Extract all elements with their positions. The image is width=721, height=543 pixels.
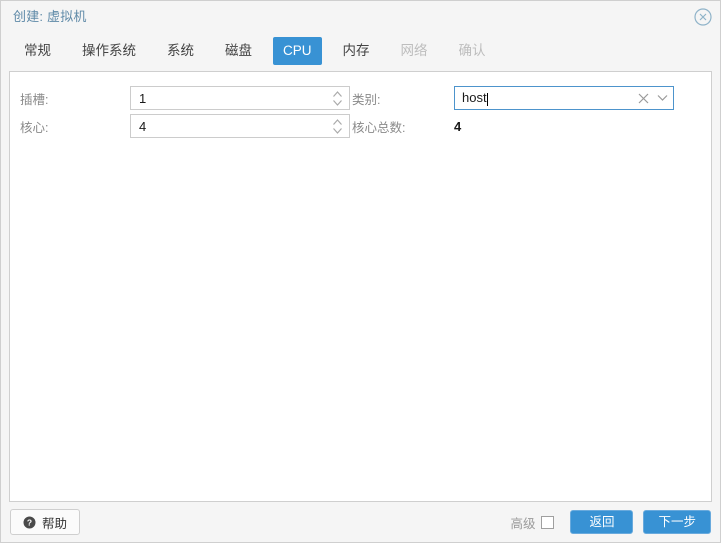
text-cursor [486, 93, 488, 107]
tab-general[interactable]: 常规 [14, 37, 61, 65]
cpu-settings-panel: 插槽: 1 类别: host 核心: 4 核心总数: 4 [9, 71, 712, 502]
tab-memory[interactable]: 内存 [333, 37, 380, 65]
cores-value: 4 [139, 118, 147, 134]
cores-stepper[interactable]: 4 [130, 114, 350, 138]
question-circle-icon: ? [23, 516, 36, 529]
total-cores-label: 核心总数: [352, 120, 406, 135]
tab-network: 网络 [400, 43, 428, 58]
sockets-field-cell: 1 [130, 84, 352, 112]
cpu-type-combobox[interactable]: host [454, 86, 674, 110]
next-button[interactable]: 下一步 [643, 510, 711, 534]
tab-cpu[interactable]: CPU [273, 37, 322, 65]
cores-field-cell: 4 [130, 112, 352, 140]
svg-text:?: ? [27, 517, 32, 527]
type-field-cell: host [454, 84, 701, 112]
total-cores-value: 4 [454, 118, 462, 134]
cpu-form: 插槽: 1 类别: host 核心: 4 核心总数: 4 [10, 84, 711, 140]
combo-icon-group [638, 87, 668, 109]
sockets-value: 1 [139, 90, 147, 106]
help-button[interactable]: ? 帮助 [10, 509, 81, 535]
help-button-label: 帮助 [42, 516, 68, 531]
sockets-label: 插槽: [20, 92, 49, 107]
sockets-stepper[interactable]: 1 [130, 86, 350, 110]
back-button[interactable]: 返回 [570, 510, 634, 534]
cores-label: 核心: [20, 120, 49, 135]
footer-actions: 高级 返回 下一步 [510, 510, 711, 534]
tab-system[interactable]: 系统 [157, 37, 204, 65]
wizard-tabbar: 常规 操作系统 系统 磁盘 CPU 内存 网络 确认 [1, 31, 720, 71]
spinner-arrows-icon[interactable] [332, 117, 343, 135]
dialog-titlebar: 创建: 虚拟机 [1, 1, 720, 31]
cpu-type-value: host [462, 89, 488, 107]
type-label: 类别: [352, 92, 381, 107]
tab-confirm: 确认 [458, 43, 486, 58]
create-vm-dialog: 创建: 虚拟机 常规 操作系统 系统 磁盘 CPU 内存 网络 确认 插槽: 1 [0, 0, 721, 543]
close-circle-icon[interactable] [694, 8, 712, 26]
advanced-label: 高级 [510, 516, 536, 531]
spinner-arrows-icon[interactable] [332, 89, 343, 107]
dialog-title: 创建: 虚拟机 [13, 8, 87, 24]
clear-x-icon[interactable] [638, 93, 649, 104]
dialog-footer: ? 帮助 高级 返回 下一步 [1, 502, 720, 542]
advanced-checkbox[interactable] [541, 515, 555, 529]
tab-disk[interactable]: 磁盘 [215, 37, 262, 65]
tab-os[interactable]: 操作系统 [72, 37, 146, 65]
chevron-down-icon[interactable] [657, 94, 668, 102]
